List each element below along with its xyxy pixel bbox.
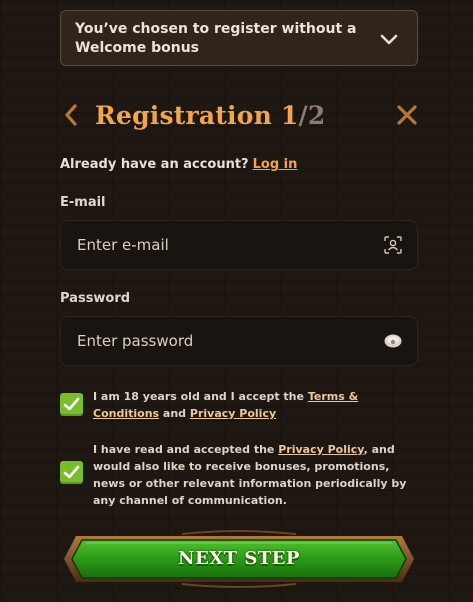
privacy-policy-link[interactable]: Privacy Policy bbox=[190, 407, 276, 420]
marketing-checkbox[interactable] bbox=[60, 461, 83, 484]
terms-text-a: I am 18 years old and I accept the bbox=[93, 390, 304, 403]
registration-header: Registration 1/2 bbox=[60, 98, 418, 134]
check-icon bbox=[63, 397, 80, 411]
close-icon[interactable] bbox=[396, 104, 418, 126]
email-field[interactable]: Enter e-mail bbox=[60, 220, 418, 270]
check-icon bbox=[63, 465, 80, 479]
marketing-text: I have read and accepted the Privacy Pol… bbox=[93, 441, 418, 509]
eye-icon[interactable] bbox=[383, 331, 403, 351]
marketing-text-a: I have read and accepted the bbox=[93, 443, 275, 456]
login-link[interactable]: Log in bbox=[253, 157, 298, 172]
chevron-down-icon bbox=[380, 34, 398, 45]
terms-text-b: and bbox=[162, 407, 187, 420]
terms-checkbox[interactable] bbox=[60, 393, 83, 416]
privacy-policy-link[interactable]: Privacy Policy bbox=[278, 443, 363, 456]
bonus-selector-text: You’ve chosen to register without a Welc… bbox=[75, 21, 357, 56]
password-field[interactable]: Enter password bbox=[60, 316, 418, 366]
step-current: 1 bbox=[280, 101, 299, 130]
password-placeholder: Enter password bbox=[77, 332, 194, 350]
email-placeholder: Enter e-mail bbox=[77, 236, 169, 254]
step-separator: / bbox=[298, 101, 308, 130]
consent-terms: I am 18 years old and I accept the Terms… bbox=[60, 389, 418, 423]
chevron-left-icon[interactable] bbox=[60, 100, 82, 130]
terms-text: I am 18 years old and I accept the Terms… bbox=[93, 388, 418, 422]
login-prompt-text: Already have an account? bbox=[60, 157, 249, 172]
title-text: Registration bbox=[95, 101, 272, 130]
bonus-selector[interactable]: You’ve chosen to register without a Welc… bbox=[60, 10, 418, 66]
next-step-button[interactable]: NEXT STEP bbox=[62, 530, 416, 588]
next-step-label: NEXT STEP bbox=[178, 548, 300, 569]
step-total: 2 bbox=[307, 101, 326, 130]
password-label: Password bbox=[60, 291, 131, 306]
login-prompt: Already have an account? Log in bbox=[60, 157, 297, 172]
consent-marketing: I have read and accepted the Privacy Pol… bbox=[60, 441, 418, 509]
page-title: Registration 1/2 bbox=[95, 98, 325, 134]
email-label: E-mail bbox=[60, 195, 106, 210]
contact-icon bbox=[384, 236, 402, 254]
